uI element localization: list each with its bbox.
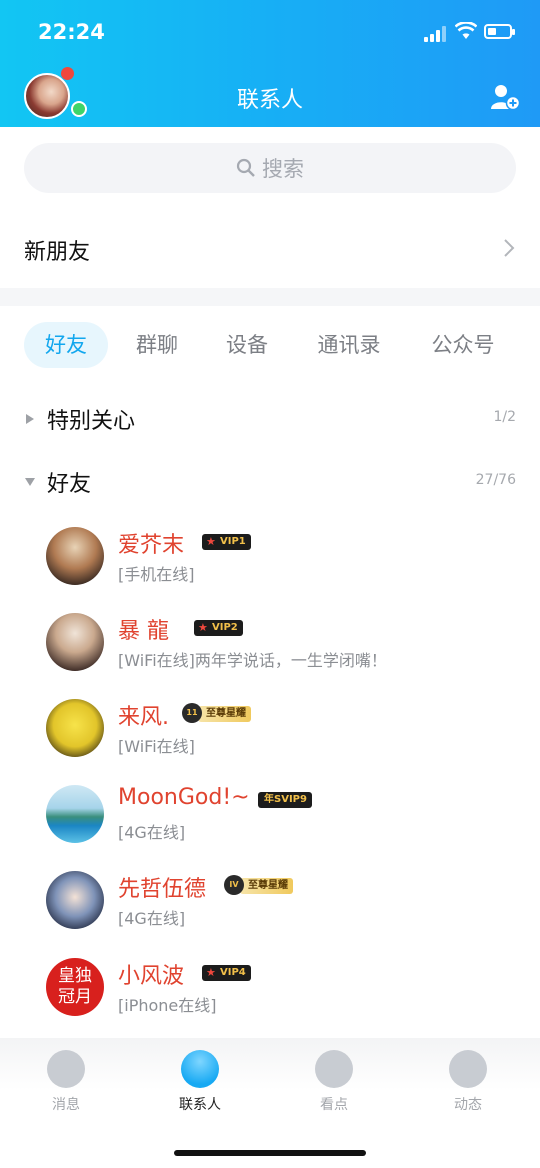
friend-name: 先哲伍德 <box>118 877 207 902</box>
friend-row[interactable]: 先哲伍德 IV 至尊星耀 [4G在线] <box>0 871 540 947</box>
friend-name: 来风. <box>118 705 169 730</box>
message-icon <box>47 1050 85 1088</box>
tabbar-watch[interactable]: 看点 <box>294 1050 374 1114</box>
chevron-right-icon <box>504 239 515 257</box>
add-friend-icon[interactable] <box>490 84 520 110</box>
search-input[interactable]: 搜索 <box>24 143 516 193</box>
friend-name: MoonGod!~ <box>118 785 250 810</box>
section-divider <box>0 288 540 306</box>
tab-friends[interactable]: 好友 <box>24 322 108 368</box>
tab-groups[interactable]: 群聊 <box>120 322 194 368</box>
avatar: 皇独冠月 <box>46 958 104 1016</box>
avatar <box>46 871 104 929</box>
star-icon: ★ <box>206 966 216 979</box>
tabbar-label: 联系人 <box>179 1097 221 1113</box>
cellular-signal-icon <box>424 26 446 42</box>
vip-badge: ★ VIP4 <box>202 965 251 981</box>
friend-name: 小风波 <box>118 964 185 989</box>
new-friends-label: 新朋友 <box>24 240 91 265</box>
wifi-icon <box>455 22 477 39</box>
supreme-star-badge: IV 至尊星耀 <box>224 875 293 895</box>
notification-dot <box>61 67 74 80</box>
friend-row[interactable]: 暴 龍 ★ VIP2 [WiFi在线]两年学说话，一生学闭嘴！ <box>0 613 540 689</box>
search-icon <box>236 158 255 177</box>
status-time: 22:24 <box>38 20 105 44</box>
eye-icon <box>315 1050 353 1088</box>
status-bar: 22:24 <box>0 0 540 66</box>
vip-badge: ★ VIP1 <box>202 534 251 550</box>
new-friends-row[interactable]: 新朋友 <box>0 212 540 284</box>
tab-address-book[interactable]: 通讯录 <box>300 322 398 368</box>
group-count: 1/2 <box>493 409 516 425</box>
friend-name: 暴 龍 <box>118 619 169 644</box>
friend-status: [WiFi在线]两年学说话，一生学闭嘴！ <box>118 651 387 670</box>
bottom-tab-bar: 消息 联系人 看点 动态 <box>0 1038 540 1168</box>
friend-status: [WiFi在线] <box>118 737 195 756</box>
group-name: 好友 <box>47 472 92 497</box>
friend-status: [手机在线] <box>118 565 195 584</box>
group-special-care[interactable]: 特别关心 1/2 <box>0 399 540 439</box>
tabbar-label: 消息 <box>52 1097 80 1113</box>
contacts-icon <box>181 1050 219 1088</box>
group-name: 特别关心 <box>47 409 136 434</box>
tab-devices[interactable]: 设备 <box>210 322 284 368</box>
avatar <box>46 699 104 757</box>
contact-tabs: 好友 群聊 设备 通讯录 公众号 <box>0 322 540 370</box>
rank-emblem-icon: IV <box>224 875 244 895</box>
friend-name: 爱芥末 <box>118 533 185 558</box>
battery-icon <box>484 24 515 39</box>
home-indicator[interactable] <box>174 1150 366 1156</box>
planet-star-icon <box>449 1050 487 1088</box>
friend-status: [4G在线] <box>118 823 186 842</box>
search-placeholder: 搜索 <box>262 157 304 181</box>
friend-row[interactable]: 皇独冠月 小风波 ★ VIP4 [iPhone在线] <box>0 958 540 1034</box>
avatar <box>46 785 104 843</box>
avatar <box>46 527 104 585</box>
tabbar-label: 动态 <box>454 1097 482 1113</box>
supreme-star-badge: 11 至尊星耀 <box>182 703 251 723</box>
page-title: 联系人 <box>236 88 303 113</box>
star-icon: ★ <box>206 535 216 548</box>
friend-row[interactable]: 来风. 11 至尊星耀 [WiFi在线] <box>0 699 540 775</box>
header-bar: 22:24 联系人 <box>0 0 540 127</box>
friend-row[interactable]: MoonGod!~ 年SVIP9 [4G在线] <box>0 785 540 861</box>
star-icon: ★ <box>198 621 208 634</box>
avatar <box>46 613 104 671</box>
group-count: 27/76 <box>475 472 516 488</box>
tabbar-label: 看点 <box>320 1097 348 1113</box>
tab-official-accounts[interactable]: 公众号 <box>414 322 512 368</box>
tabbar-moments[interactable]: 动态 <box>428 1050 508 1114</box>
friend-status: [4G在线] <box>118 909 186 928</box>
caret-right-icon <box>26 414 34 424</box>
avatar-seal-text: 皇独冠月 <box>58 966 92 1007</box>
friend-status: [iPhone在线] <box>118 996 217 1015</box>
tabbar-messages[interactable]: 消息 <box>26 1050 106 1114</box>
vip-badge: ★ VIP2 <box>194 620 243 636</box>
tabbar-contacts[interactable]: 联系人 <box>160 1050 240 1114</box>
rank-emblem-icon: 11 <box>182 703 202 723</box>
svip-badge: 年SVIP9 <box>258 792 312 808</box>
group-friends[interactable]: 好友 27/76 <box>0 462 540 502</box>
friend-row[interactable]: 爱芥末 ★ VIP1 [手机在线] <box>0 527 540 603</box>
caret-down-icon <box>25 478 35 486</box>
